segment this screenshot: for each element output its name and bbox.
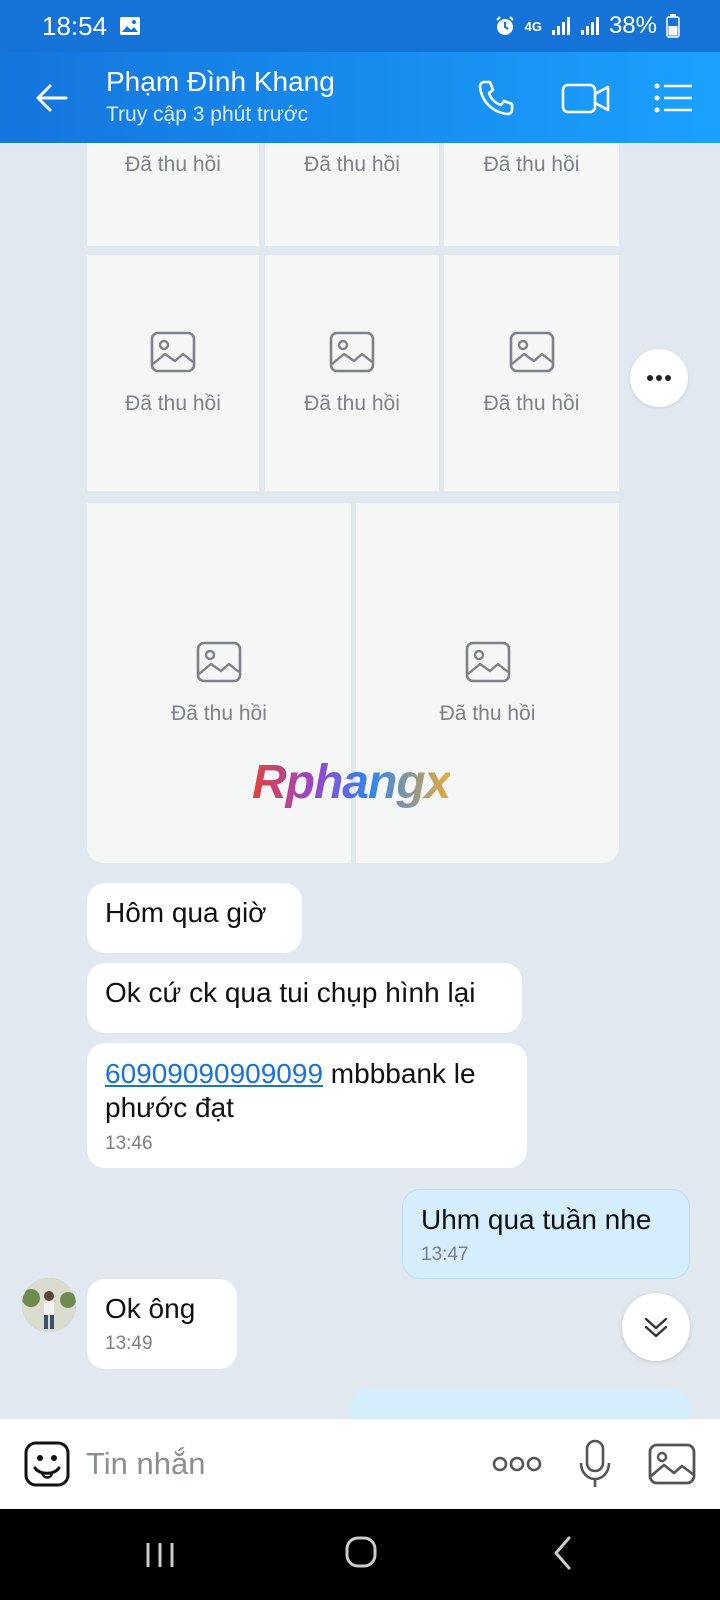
sent-message-bubble[interactable] [350,1389,690,1419]
alarm-icon [495,16,514,35]
image-placeholder-icon [509,331,554,373]
contact-status: Truy cập 3 phút trước [106,103,309,126]
recalled-label: Đã thu hồi [304,392,400,415]
home-icon[interactable] [344,1535,378,1569]
message-text: Ok ông [105,1293,196,1324]
recalled-image-tile[interactable]: Đã thu hồi [265,255,439,491]
recalled-image-tile[interactable]: Đã thu hồi [265,143,439,246]
system-navigation-bar [0,1509,720,1600]
message-bubble[interactable]: Hôm qua giờ [87,883,302,953]
watermark-logo: Rphangx [252,756,451,809]
nav-back-icon[interactable] [552,1535,572,1571]
recalled-label: Đã thu hồi [439,702,536,725]
back-arrow-icon[interactable] [30,76,74,120]
account-number-link[interactable]: 60909090909099 [105,1058,323,1089]
message-bubble[interactable]: 60909090909099 mbbbank le phước đạt 13:4… [87,1043,527,1168]
battery-icon [666,14,680,38]
message-text: Uhm qua tuần nhe [421,1204,652,1235]
more-dots-icon[interactable] [630,349,688,407]
more-options-icon[interactable] [492,1449,542,1479]
battery-percent: 38% [608,12,657,39]
message-bubble[interactable]: Ok ông 13:49 [87,1279,237,1369]
message-time: 13:46 [105,1133,153,1154]
message-composer [0,1419,720,1509]
recent-apps-icon[interactable] [144,1541,176,1569]
image-placeholder-icon [196,641,242,683]
chat-header: Phạm Đình Khang Truy cập 3 phút trước [0,52,720,143]
message-text: Hôm qua giờ [105,897,267,928]
microphone-icon[interactable] [578,1439,612,1489]
message-bubble[interactable]: Ok cứ ck qua tui chụp hình lại [87,963,522,1033]
image-placeholder-icon [465,641,510,683]
image-placeholder-icon [329,331,375,373]
recalled-image-tile[interactable]: Đã thu hồi [87,255,259,491]
status-time: 18:54 [42,10,108,41]
sticker-icon[interactable] [24,1441,70,1487]
phone-icon[interactable] [474,76,518,120]
contact-name[interactable]: Phạm Đình Khang [106,66,335,98]
image-placeholder-icon [150,331,196,373]
recalled-label: Đã thu hồi [125,153,221,176]
signal-icon-2 [580,17,599,35]
recalled-label: Đã thu hồi [125,392,221,415]
message-input[interactable] [86,1437,466,1491]
network-type: 4G [524,18,542,34]
avatar[interactable] [22,1278,76,1332]
status-bar: 18:54 4G 38% [0,0,720,52]
recalled-image-tile[interactable]: Đã thu hồi [87,143,259,246]
recalled-label: Đã thu hồi [483,392,580,415]
message-time: 13:49 [105,1333,153,1354]
recalled-label: Đã thu hồi [171,702,267,725]
message-time: 13:47 [421,1244,469,1265]
list-menu-icon[interactable] [652,78,696,118]
status-indicators: 4G 38% [494,12,680,40]
sent-message-bubble[interactable]: Uhm qua tuần nhe 13:47 [402,1189,690,1279]
message-text: Ok cứ ck qua tui chụp hình lại [105,977,476,1008]
chat-area[interactable]: Đã thu hồi Đã thu hồi Đã thu hồi Đã thu … [0,143,720,1419]
recalled-label: Đã thu hồi [304,153,400,176]
double-chevron-down-icon[interactable] [622,1293,690,1361]
recalled-image-tile[interactable]: Đã thu hồi [444,143,619,246]
gallery-notification-icon [120,17,141,35]
recalled-label: Đã thu hồi [483,153,580,176]
video-camera-icon[interactable] [560,76,612,120]
recalled-image-tile[interactable]: Đã thu hồi [444,255,619,491]
image-icon[interactable] [648,1443,696,1485]
signal-icon-1 [551,17,570,35]
